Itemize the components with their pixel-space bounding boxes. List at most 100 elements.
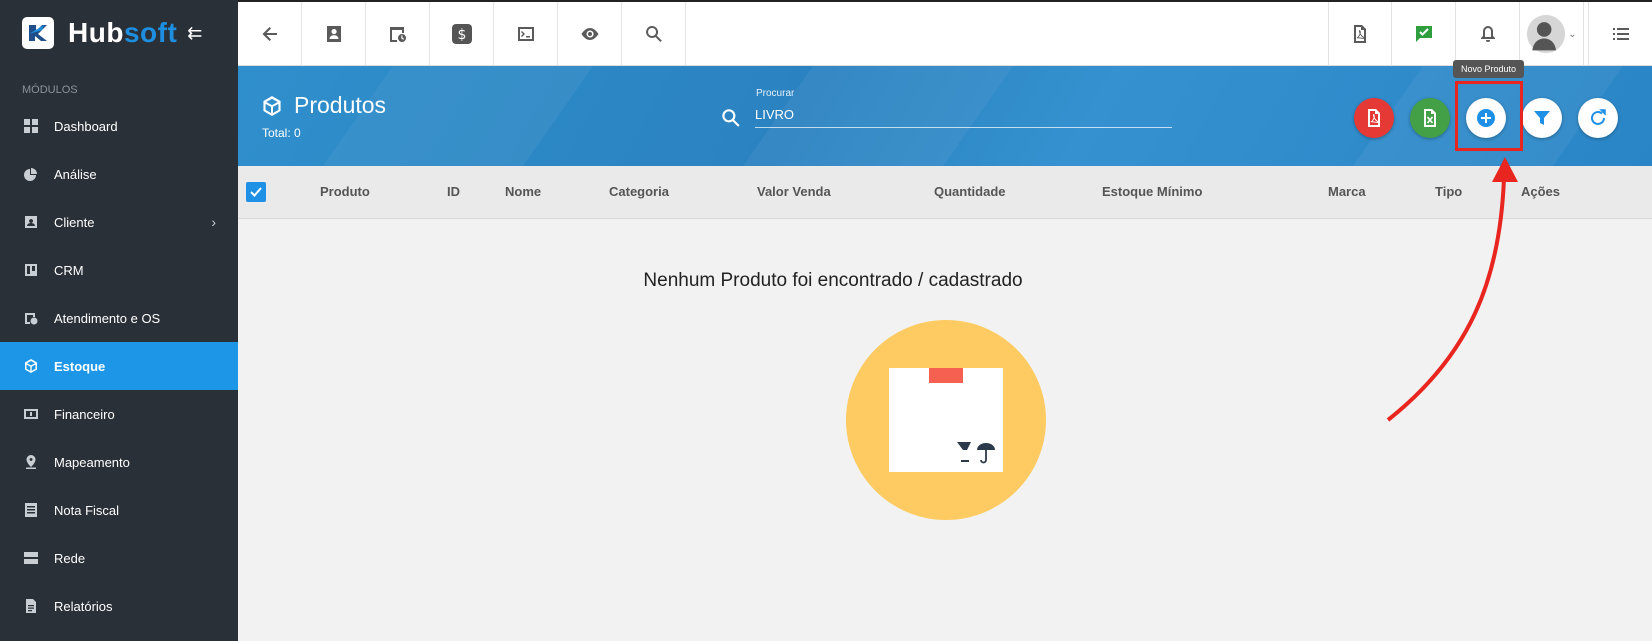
- menu-list-button[interactable]: [1588, 2, 1652, 66]
- sidebar-item-label: Cliente: [54, 214, 95, 230]
- avatar: [1527, 14, 1566, 54]
- report-icon: [24, 599, 38, 613]
- sidebar-item-label: Estoque: [54, 358, 106, 374]
- package-icon: [889, 368, 1003, 472]
- sidebar-item-label: Análise: [54, 166, 97, 182]
- fragile-symbols-icon: [957, 442, 995, 464]
- sidebar-item-atendimento[interactable]: Atendimento e OS: [0, 294, 238, 342]
- export-excel-button[interactable]: [1410, 98, 1450, 138]
- column-header[interactable]: Tipo: [1435, 184, 1462, 199]
- search-button[interactable]: [622, 2, 686, 66]
- sidebar-item-nota-fiscal[interactable]: Nota Fiscal: [0, 486, 238, 534]
- pdf-icon: [1354, 25, 1366, 43]
- sidebar-item-financeiro[interactable]: Financeiro: [0, 390, 238, 438]
- column-header[interactable]: Nome: [505, 184, 541, 199]
- chevron-right-icon: ›: [211, 214, 216, 230]
- sidebar-item-label: Nota Fiscal: [54, 502, 120, 518]
- sidebar-item-analise[interactable]: Análise: [0, 150, 238, 198]
- collapse-sidebar-icon[interactable]: ⇇: [187, 23, 202, 44]
- finance-button[interactable]: $: [430, 2, 494, 66]
- bell-icon: [1480, 26, 1495, 42]
- chat-check-icon: [1415, 26, 1432, 42]
- column-header[interactable]: Estoque Mínimo: [1102, 184, 1202, 199]
- chevron-down-icon: ⌄: [1568, 28, 1577, 40]
- hubsoft-logo-icon: [22, 17, 54, 49]
- sidebar-item-label: Atendimento e OS: [54, 310, 161, 326]
- check-icon: [250, 187, 262, 197]
- chat-check-button[interactable]: [1392, 2, 1456, 66]
- sidebar-item-label: Financeiro: [54, 406, 115, 422]
- filter-button[interactable]: [1522, 98, 1562, 138]
- sidebar-item-label: Rede: [54, 550, 86, 566]
- box-icon: [263, 95, 281, 116]
- kanban-icon: [24, 263, 38, 277]
- sidebar-item-cliente[interactable]: Cliente ›: [0, 198, 238, 246]
- sidebar-item-label: Mapeamento: [54, 454, 130, 470]
- column-header[interactable]: Quantidade: [934, 184, 1006, 199]
- column-header[interactable]: Categoria: [609, 184, 669, 199]
- sidebar-item-label: CRM: [54, 262, 84, 278]
- dollar-icon: [24, 407, 38, 421]
- sidebar-item-mapeamento[interactable]: Mapeamento: [0, 438, 238, 486]
- column-header[interactable]: Valor Venda: [757, 184, 831, 199]
- contact-icon: [326, 26, 341, 42]
- page-header: Produtos Total: 0 Procurar: [238, 66, 1652, 166]
- table-header: Produto ID Nome Categoria Valor Venda Qu…: [238, 166, 1652, 219]
- package-tape: [929, 368, 963, 383]
- app-name: Hubsoft: [68, 17, 178, 48]
- contact-button[interactable]: [302, 2, 366, 66]
- pie-chart-icon: [24, 167, 38, 181]
- dashboard-icon: [24, 119, 38, 133]
- sidebar-item-label: Dashboard: [54, 118, 118, 134]
- dollar-icon: $: [451, 24, 472, 44]
- back-arrow-icon: [262, 27, 277, 41]
- pdf-icon: [1368, 109, 1380, 127]
- page-title-text: Produtos: [294, 92, 387, 118]
- column-header[interactable]: Marca: [1328, 184, 1366, 199]
- tooltip: Novo Produto: [1453, 60, 1525, 78]
- export-pdf-button[interactable]: [1354, 98, 1394, 138]
- column-header[interactable]: Produto: [320, 184, 370, 199]
- schedule-button[interactable]: [366, 2, 430, 66]
- top-toolbar: $ ⌄: [238, 0, 1652, 66]
- filter-icon: [1534, 111, 1550, 125]
- notifications-button[interactable]: [1456, 2, 1520, 66]
- sidebar-item-relatorios[interactable]: Relatórios: [0, 582, 238, 630]
- column-header[interactable]: ID: [447, 184, 460, 199]
- annotation-highlight-box: [1455, 81, 1523, 151]
- sidebar-item-crm[interactable]: CRM: [0, 246, 238, 294]
- eye-icon: [581, 28, 598, 40]
- refresh-button[interactable]: [1578, 98, 1618, 138]
- logo-bar: Hubsoft ⇇: [0, 0, 238, 66]
- contact-card-icon: [24, 215, 38, 229]
- back-button[interactable]: [238, 2, 302, 66]
- excel-icon: [1424, 109, 1436, 127]
- sidebar: Hubsoft ⇇ MÓDULOS Dashboard Análise Clie…: [0, 0, 238, 641]
- sidebar-item-rede[interactable]: Rede: [0, 534, 238, 582]
- sidebar-item-estoque[interactable]: Estoque: [0, 342, 238, 390]
- page-title: Produtos: [262, 92, 386, 119]
- column-header[interactable]: Ações: [1521, 184, 1560, 199]
- empty-box-illustration: [846, 320, 1046, 520]
- search-label: Procurar: [756, 88, 795, 99]
- receipt-icon: [24, 503, 38, 517]
- box-icon: [24, 359, 38, 373]
- refresh-icon: [1591, 109, 1606, 125]
- map-pin-icon: [24, 455, 38, 469]
- empty-state-message: Nenhum Produto foi encontrado / cadastra…: [643, 270, 1023, 291]
- calendar-clock-icon: [24, 311, 38, 325]
- pdf-button[interactable]: [1328, 2, 1392, 66]
- search-icon: [722, 109, 740, 127]
- user-menu-button[interactable]: ⌄: [1520, 2, 1584, 66]
- select-all-checkbox[interactable]: [246, 182, 266, 202]
- total-count: Total: 0: [262, 126, 301, 140]
- list-icon: [1612, 28, 1629, 40]
- search-icon: [645, 26, 662, 42]
- terminal-icon: [517, 27, 534, 41]
- view-button[interactable]: [558, 2, 622, 66]
- terminal-button[interactable]: [494, 2, 558, 66]
- sidebar-item-label: Relatórios: [54, 598, 113, 614]
- search-input[interactable]: [755, 102, 1172, 128]
- sidebar-item-dashboard[interactable]: Dashboard: [0, 102, 238, 150]
- calendar-clock-icon: [389, 27, 406, 42]
